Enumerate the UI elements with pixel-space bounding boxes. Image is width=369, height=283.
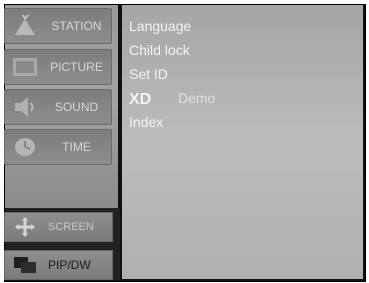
submenu-item-child-lock[interactable]: Child lock xyxy=(129,40,190,60)
menu-item-screen[interactable]: SCREEN xyxy=(4,212,113,242)
menu-item-label: STATION xyxy=(51,19,102,33)
submenu-item-demo[interactable]: Demo xyxy=(178,88,215,108)
xd-logo: XD xyxy=(129,91,151,105)
station-icon xyxy=(15,14,35,35)
menu-item-time[interactable]: TIME xyxy=(4,129,112,165)
submenu-item-set-id[interactable]: Set ID xyxy=(129,64,168,84)
menu-item-station[interactable]: STATION xyxy=(4,8,112,44)
pip-icon xyxy=(14,257,36,273)
svg-text:XD: XD xyxy=(129,91,151,105)
screen-icon xyxy=(15,217,35,237)
menu-item-label: SCREEN xyxy=(48,221,94,233)
submenu-item-index[interactable]: Index xyxy=(129,112,163,132)
menu-item-picture[interactable]: PICTURE xyxy=(4,49,112,85)
menu-item-label: PIP/DW xyxy=(48,258,91,272)
sound-icon xyxy=(15,97,34,117)
picture-icon xyxy=(13,58,37,76)
time-icon xyxy=(15,138,35,156)
menu-item-label: PICTURE xyxy=(50,60,103,74)
submenu-item-language[interactable]: Language xyxy=(129,16,191,36)
menu-item-sound[interactable]: SOUND xyxy=(4,89,112,125)
menu-item-label: SOUND xyxy=(54,100,99,114)
menu-item-label: TIME xyxy=(62,140,91,154)
menu-item-pip-dw[interactable]: PIP/DW xyxy=(4,250,113,280)
